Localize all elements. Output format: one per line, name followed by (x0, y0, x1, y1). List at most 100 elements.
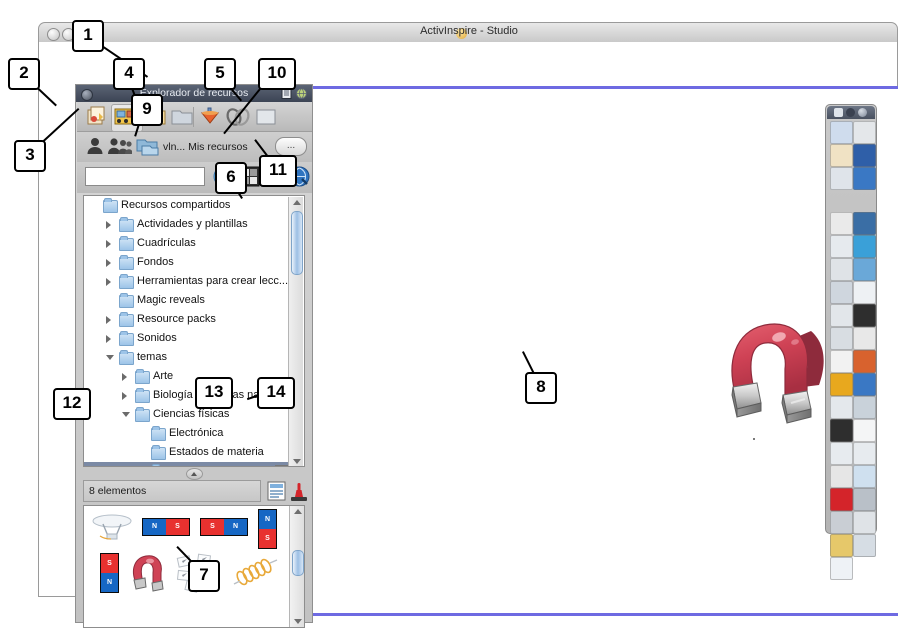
globe-icon[interactable] (296, 88, 307, 99)
calculator-icon[interactable] (830, 396, 853, 419)
fill-screen-icon[interactable] (830, 281, 853, 304)
chevron-down-icon[interactable] (122, 412, 130, 421)
resource-properties-button[interactable] (267, 481, 286, 501)
tree-item-0[interactable]: Recursos compartidos (84, 196, 291, 215)
pages-icon[interactable] (853, 419, 876, 442)
flipchart-canvas[interactable] (309, 86, 898, 616)
pen-tool-icon[interactable] (853, 212, 876, 235)
thumbnail-scrollbar-thumb[interactable] (292, 550, 304, 576)
lock-icon[interactable] (830, 534, 853, 557)
folder-icon (135, 390, 150, 403)
color-palette-icon[interactable] (853, 350, 876, 373)
chevron-right-icon[interactable] (122, 373, 127, 381)
tree-item-1[interactable]: Actividades y plantillas (84, 215, 291, 234)
tree-item-badge-icon[interactable] (275, 465, 288, 467)
person-icon[interactable] (86, 137, 104, 155)
highlighter-tool-icon[interactable] (853, 235, 876, 258)
camera-icon[interactable] (830, 327, 853, 350)
tree-item-4[interactable]: Herramientas para crear lecc... (84, 272, 291, 291)
tree-item-7[interactable]: Sonidos (84, 329, 291, 348)
chevron-right-icon[interactable] (106, 278, 111, 286)
clear-page-icon[interactable] (853, 281, 876, 304)
reset-page-icon[interactable] (830, 488, 853, 511)
fullscreen-icon[interactable] (853, 121, 876, 144)
main-toolbox-palette[interactable] (825, 104, 877, 534)
callout-badge-2: 2 (8, 58, 40, 90)
new-page-icon[interactable] (830, 557, 853, 580)
scroll-up-arrow-icon[interactable] (293, 200, 301, 205)
path-more-button[interactable]: ... (275, 137, 307, 156)
palette-close-icon[interactable] (858, 108, 867, 117)
bar-magnet-ns-horizontal-thumbnail[interactable]: N S (142, 518, 190, 536)
select-tool-icon[interactable] (830, 212, 853, 235)
eraser-tool-icon[interactable] (830, 258, 853, 281)
thumb-scroll-up-arrow-icon[interactable] (294, 509, 302, 514)
tree-item-13[interactable]: Estados de materia (84, 443, 291, 462)
undo-icon[interactable] (853, 488, 876, 511)
stamp-tool-button[interactable] (290, 481, 308, 502)
bar-magnet-sn-vertical-thumbnail[interactable]: S N (100, 553, 119, 593)
line-tool-icon[interactable] (853, 373, 876, 396)
chevron-down-icon[interactable] (106, 355, 114, 364)
thumb-scroll-down-arrow-icon[interactable] (294, 619, 302, 624)
spinning-top-icon[interactable] (197, 105, 223, 129)
chevron-right-icon[interactable] (106, 221, 111, 229)
palette-header[interactable] (827, 106, 875, 119)
redo-icon[interactable] (830, 511, 853, 534)
resource-tree[interactable]: Recursos compartidosActividades y planti… (83, 195, 305, 467)
bar-magnet-sn-horizontal-thumbnail[interactable]: S N (200, 518, 248, 536)
palette-move-icon[interactable] (846, 108, 855, 117)
bar-magnet-ns-vertical-thumbnail[interactable]: N S (258, 509, 277, 549)
chevron-right-icon[interactable] (122, 392, 127, 400)
horseshoe-magnet-thumbnail[interactable] (128, 553, 170, 593)
tree-item-6[interactable]: Resource packs (84, 310, 291, 329)
text-tool-icon[interactable] (830, 350, 853, 373)
people-group-icon[interactable] (108, 137, 132, 155)
tree-scrollbar-thumb[interactable] (291, 211, 303, 275)
connector-tool-icon[interactable] (853, 258, 876, 281)
search-input[interactable] (85, 167, 205, 186)
tree-scrollbar[interactable] (288, 197, 303, 467)
item-count-label: 8 elementos (83, 480, 261, 502)
chevron-right-icon[interactable] (106, 335, 111, 343)
magnetic-field-apparatus-thumbnail[interactable] (90, 512, 134, 542)
tree-item-2[interactable]: Cuadrículas (84, 234, 291, 253)
main-menu-icon[interactable] (830, 121, 853, 144)
tree-item-5[interactable]: Magic reveals (84, 291, 291, 310)
rubber-icon[interactable] (853, 327, 876, 350)
solenoid-coil-thumbnail[interactable] (230, 556, 280, 590)
previous-page-icon[interactable] (830, 442, 853, 465)
profile-icon[interactable] (830, 144, 853, 167)
chevron-right-icon[interactable] (106, 259, 111, 267)
panel-collapse-handle[interactable] (186, 468, 203, 480)
my-resources-icon[interactable] (85, 105, 111, 129)
settings-icon[interactable] (830, 167, 853, 190)
fill-color-icon[interactable] (830, 373, 853, 396)
tree-item-8[interactable]: temas (84, 348, 291, 367)
tree-item-3[interactable]: Fondos (84, 253, 291, 272)
magnifier-icon[interactable] (830, 304, 853, 327)
export-pdf-icon[interactable] (853, 534, 876, 557)
browser-icon[interactable] (853, 167, 876, 190)
extras-icon[interactable] (253, 105, 279, 129)
tree-item-12[interactable]: Electrónica (84, 424, 291, 443)
chevron-right-icon[interactable] (106, 240, 111, 248)
spotlight-icon[interactable] (853, 304, 876, 327)
tree-item-label: Actividades y plantillas (137, 215, 248, 234)
network-folder-icon[interactable] (136, 137, 160, 157)
special-tool-icon[interactable] (830, 465, 853, 488)
scroll-down-arrow-icon[interactable] (293, 459, 301, 464)
shapes-group-icon[interactable] (853, 511, 876, 534)
palette-menu-icon[interactable] (834, 108, 843, 117)
annotate-over-desktop-icon[interactable] (853, 144, 876, 167)
clean-tool-icon[interactable] (853, 465, 876, 488)
folder-icon[interactable] (169, 105, 195, 129)
shape-tool-icon[interactable] (830, 235, 853, 258)
resource-category-strip[interactable] (77, 102, 312, 132)
chevron-right-icon[interactable] (106, 316, 111, 324)
thumbnail-scrollbar[interactable] (289, 506, 304, 627)
screen-recorder-icon[interactable] (853, 396, 876, 419)
tree-item-14[interactable]: Magnetismo (84, 462, 291, 467)
dice-icon[interactable] (830, 419, 853, 442)
next-page-icon[interactable] (853, 442, 876, 465)
